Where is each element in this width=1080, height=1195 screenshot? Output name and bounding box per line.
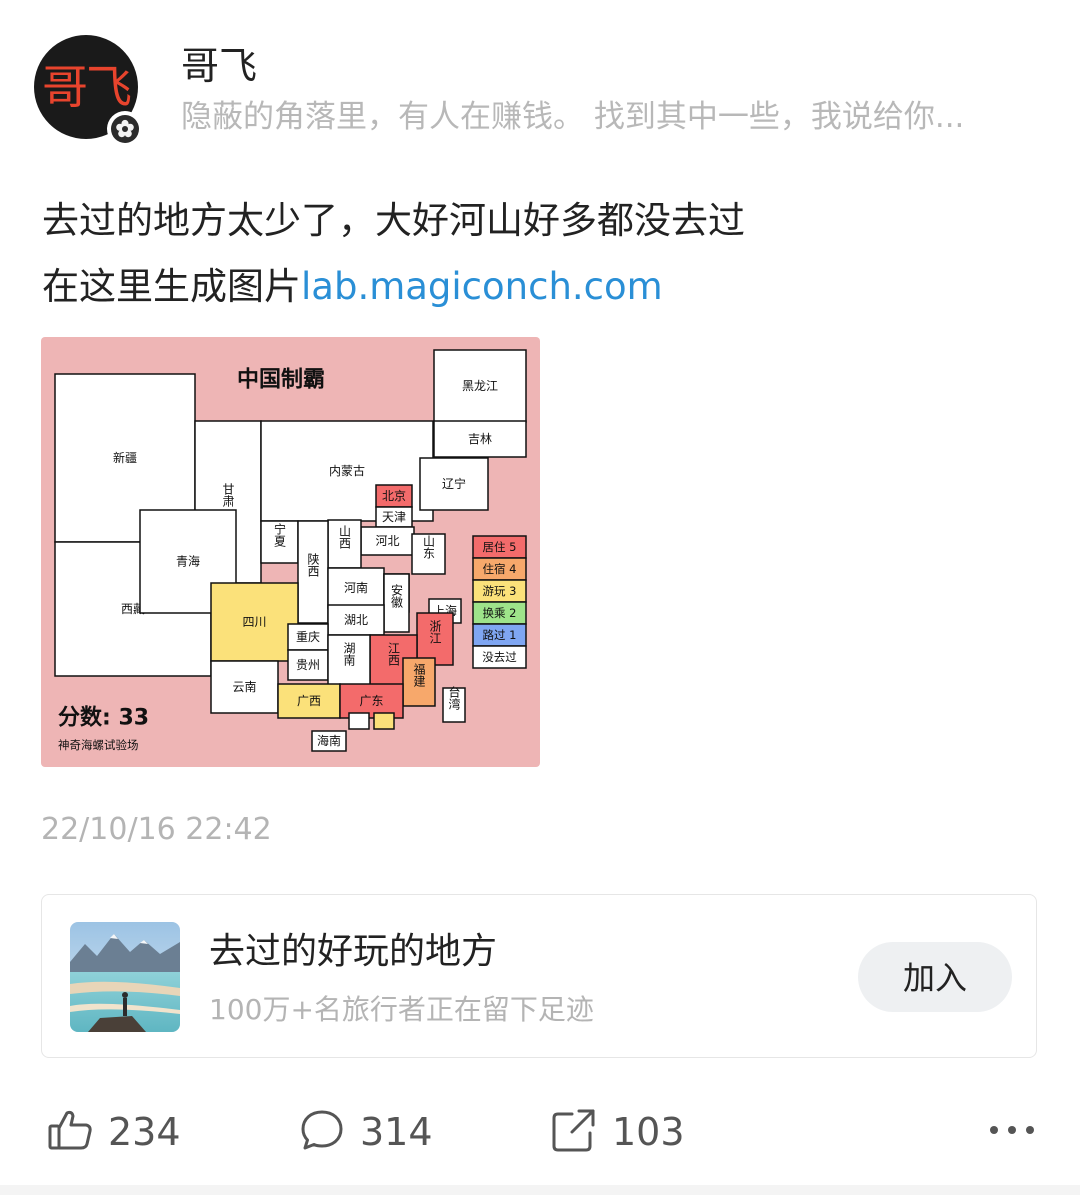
like-count: 234: [108, 1110, 181, 1154]
comment-button[interactable]: 314: [298, 1104, 433, 1160]
join-button[interactable]: 加入: [858, 942, 1012, 1012]
province-label: 四川: [242, 615, 266, 629]
legend-label: 没去过: [482, 650, 517, 664]
province-label: 台湾: [447, 685, 461, 711]
topic-card[interactable]: 去过的好玩的地方 100万+名旅行者正在留下足迹 加入: [41, 894, 1037, 1058]
post-line-2-text: 在这里生成图片: [42, 265, 301, 308]
legend-label: 住宿 4: [483, 562, 517, 576]
province-33: [373, 712, 395, 730]
post-line-1: 去过的地方太少了，大好河山好多都没去过: [42, 199, 745, 242]
province-label: 河北: [375, 534, 399, 548]
like-button[interactable]: 234: [46, 1104, 181, 1160]
province-label: 云南: [232, 679, 256, 694]
map-svg: 新疆西藏甘肃青海内蒙古黑龙江吉林辽宁北京天津河北山西宁夏陕西山东河南江苏安徽上海…: [54, 349, 527, 752]
province-label: 新疆: [113, 450, 137, 465]
province-label: 安徽: [390, 583, 404, 608]
province-label: 湖北: [344, 612, 368, 627]
province-label: 天津: [382, 510, 406, 524]
thumbs-up-icon: [46, 1106, 94, 1158]
legend-label: 居住 5: [483, 540, 517, 554]
post-timestamp: 22/10/16 22:42: [41, 812, 272, 847]
legend-label: 游玩 3: [483, 584, 517, 598]
province-label: 内蒙古: [329, 463, 365, 478]
province-label: 辽宁: [442, 476, 466, 491]
province-label: 黑龙江: [462, 379, 498, 393]
province-label: 陕西: [306, 552, 320, 577]
post-line-2: 在这里生成图片lab.magiconch.com: [42, 254, 1042, 320]
province-label: 海南: [317, 733, 341, 748]
province-label: 广西: [297, 694, 321, 708]
share-button[interactable]: 103: [550, 1104, 685, 1160]
province-label: 江西: [387, 642, 401, 666]
map-footer: 神奇海螺试验场: [58, 738, 139, 752]
province-label: 广东: [359, 694, 383, 708]
post-link[interactable]: lab.magiconch.com: [301, 265, 663, 308]
topic-title: 去过的好玩的地方: [209, 931, 498, 972]
share-count: 103: [612, 1110, 685, 1154]
china-map-image[interactable]: 新疆西藏甘肃青海内蒙古黑龙江吉林辽宁北京天津河北山西宁夏陕西山东河南江苏安徽上海…: [41, 337, 540, 767]
topic-thumbnail: [70, 922, 180, 1032]
province-label: 青海: [176, 554, 200, 569]
author-name[interactable]: 哥飞: [181, 40, 257, 92]
province-label: 重庆: [296, 630, 320, 644]
verified-badge-icon: [107, 111, 143, 147]
bottom-divider: [0, 1185, 1080, 1195]
comment-bubble-icon: [298, 1106, 346, 1158]
province-label: 湖南: [342, 641, 356, 666]
province-label: 山东: [422, 535, 436, 559]
province-label: 甘肃: [221, 483, 235, 508]
legend-label: 换乘 2: [483, 606, 517, 620]
province-32: [348, 712, 370, 730]
province-label: 吉林: [468, 432, 492, 446]
province-label: 福建: [412, 662, 426, 688]
map-title: 中国制霸: [237, 368, 325, 393]
map-score: 分数: 33: [58, 705, 149, 731]
province-label: 宁夏: [273, 522, 287, 547]
province-label: 贵州: [296, 658, 320, 672]
province-label: 北京: [382, 489, 406, 503]
author-bio: 隐蔽的角落里，有人在赚钱。 找到其中一些，我说给你...: [181, 99, 965, 135]
comment-count: 314: [360, 1110, 433, 1154]
province-label: 浙江: [428, 620, 442, 644]
legend-label: 路过 1: [483, 628, 517, 642]
post-body: 去过的地方太少了，大好河山好多都没去过 在这里生成图片lab.magiconch…: [42, 188, 1042, 320]
share-icon: [550, 1106, 598, 1158]
topic-subtitle: 100万+名旅行者正在留下足迹: [209, 993, 594, 1026]
province-label: 山西: [338, 525, 352, 549]
province-label: 河南: [344, 580, 368, 595]
more-options-icon[interactable]: [987, 1120, 1037, 1140]
